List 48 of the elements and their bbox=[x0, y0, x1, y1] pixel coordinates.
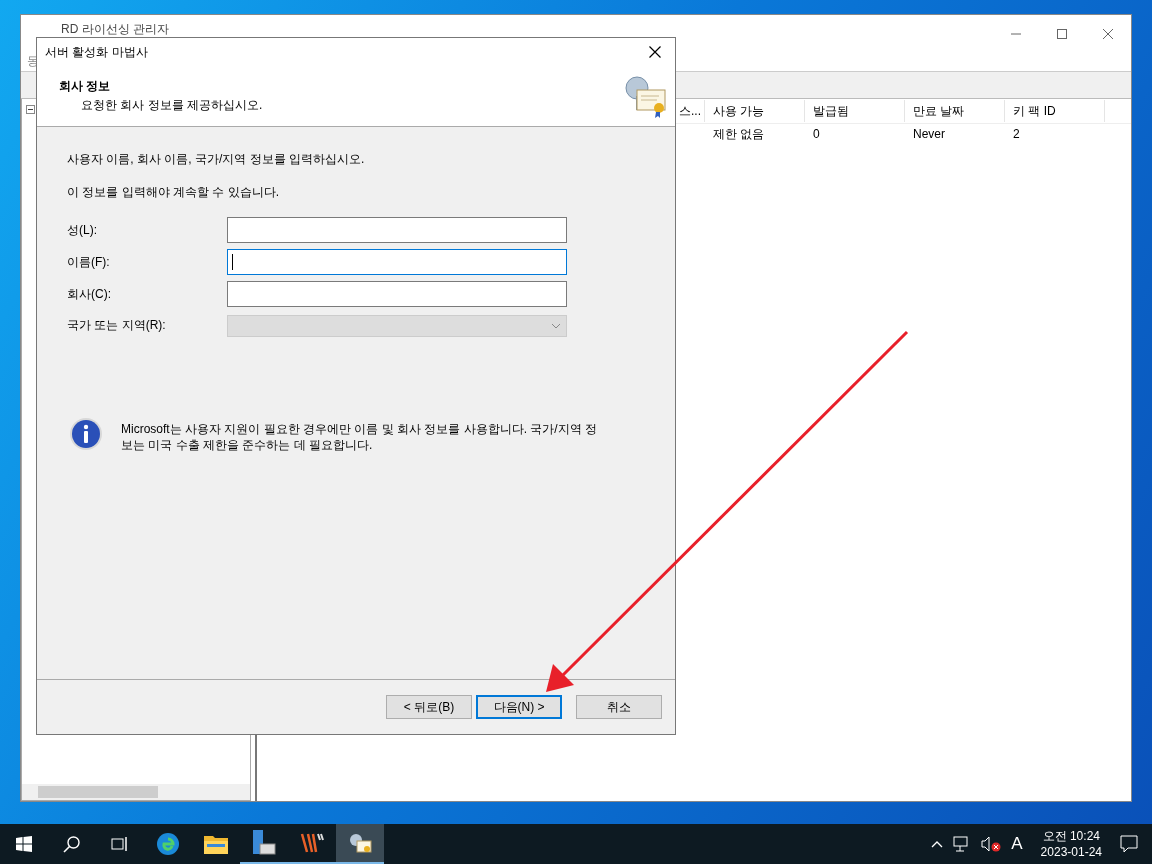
table-cell: 제한 없음 bbox=[713, 126, 765, 141]
maximize-icon bbox=[1057, 29, 1067, 39]
instruction-text: 이 정보를 입력해야 계속할 수 있습니다. bbox=[67, 184, 280, 201]
horizontal-scrollbar[interactable] bbox=[22, 784, 250, 800]
muted-speaker-icon[interactable] bbox=[981, 836, 1002, 852]
collapse-icon[interactable] bbox=[26, 105, 35, 114]
field-label: 국가 또는 지역(R): bbox=[67, 316, 167, 334]
certificate-icon bbox=[348, 832, 372, 854]
clock[interactable]: 오전 10:24 2023-01-24 bbox=[1040, 828, 1102, 860]
column-header[interactable]: 만료 날짜 bbox=[905, 100, 1005, 122]
wizard-button[interactable]: 취소 bbox=[576, 695, 662, 719]
input-method-indicator[interactable]: A bbox=[1011, 834, 1023, 854]
table-cell: 2 bbox=[1013, 127, 1020, 141]
windows-icon bbox=[16, 836, 32, 852]
column-header[interactable]: 사용 가능 bbox=[705, 100, 805, 122]
text-field[interactable] bbox=[227, 281, 567, 307]
search-icon bbox=[63, 835, 81, 853]
notification-icon[interactable] bbox=[1120, 835, 1138, 853]
hidden-icons-button[interactable] bbox=[931, 840, 944, 848]
table-cell: 0 bbox=[813, 127, 820, 141]
close-icon bbox=[1103, 29, 1113, 39]
task-view-icon bbox=[111, 836, 129, 852]
text-field[interactable] bbox=[227, 217, 567, 243]
column-header[interactable]: 키 팩 ID bbox=[1005, 100, 1105, 122]
window-title: RD 라이선싱 관리자 bbox=[61, 21, 169, 38]
stripes-icon bbox=[300, 832, 324, 854]
text-field[interactable] bbox=[227, 249, 567, 275]
page-heading: 회사 정보 bbox=[59, 78, 112, 95]
close-icon bbox=[649, 46, 661, 58]
chevron-down-icon bbox=[551, 323, 561, 329]
info-icon bbox=[69, 417, 103, 451]
certificate-icon bbox=[623, 74, 667, 118]
dialog-title: 서버 활성화 마법사 bbox=[45, 43, 148, 61]
server-icon bbox=[252, 830, 276, 856]
page-subheading: 요청한 회사 정보를 제공하십시오. bbox=[80, 97, 263, 114]
wizard-button[interactable]: 다음(N) > bbox=[476, 695, 562, 719]
field-label: 이름(F): bbox=[67, 253, 111, 271]
wizard-button[interactable]: < 뒤로(B) bbox=[386, 695, 472, 719]
column-header[interactable]: 스... bbox=[679, 100, 705, 122]
folder-icon bbox=[204, 834, 228, 854]
taskbar-app[interactable] bbox=[336, 824, 384, 864]
info-text: Microsoft는 사용자 지원이 필요한 경우에만 이름 및 회사 정보를 사용합니다. 국가/지역 정보는 미국 수출 제한을 준수하는 데 필요합니다. bbox=[121, 421, 598, 453]
field-label: 회사(C): bbox=[67, 285, 112, 303]
field-label: 성(L): bbox=[67, 221, 98, 239]
instruction-text: 사용자 이름, 회사 이름, 국가/지역 정보를 입력하십시오. bbox=[67, 151, 366, 168]
table-cell: Never bbox=[913, 127, 945, 141]
edge-icon bbox=[156, 832, 180, 856]
column-header[interactable]: 발급됨 bbox=[805, 100, 905, 122]
